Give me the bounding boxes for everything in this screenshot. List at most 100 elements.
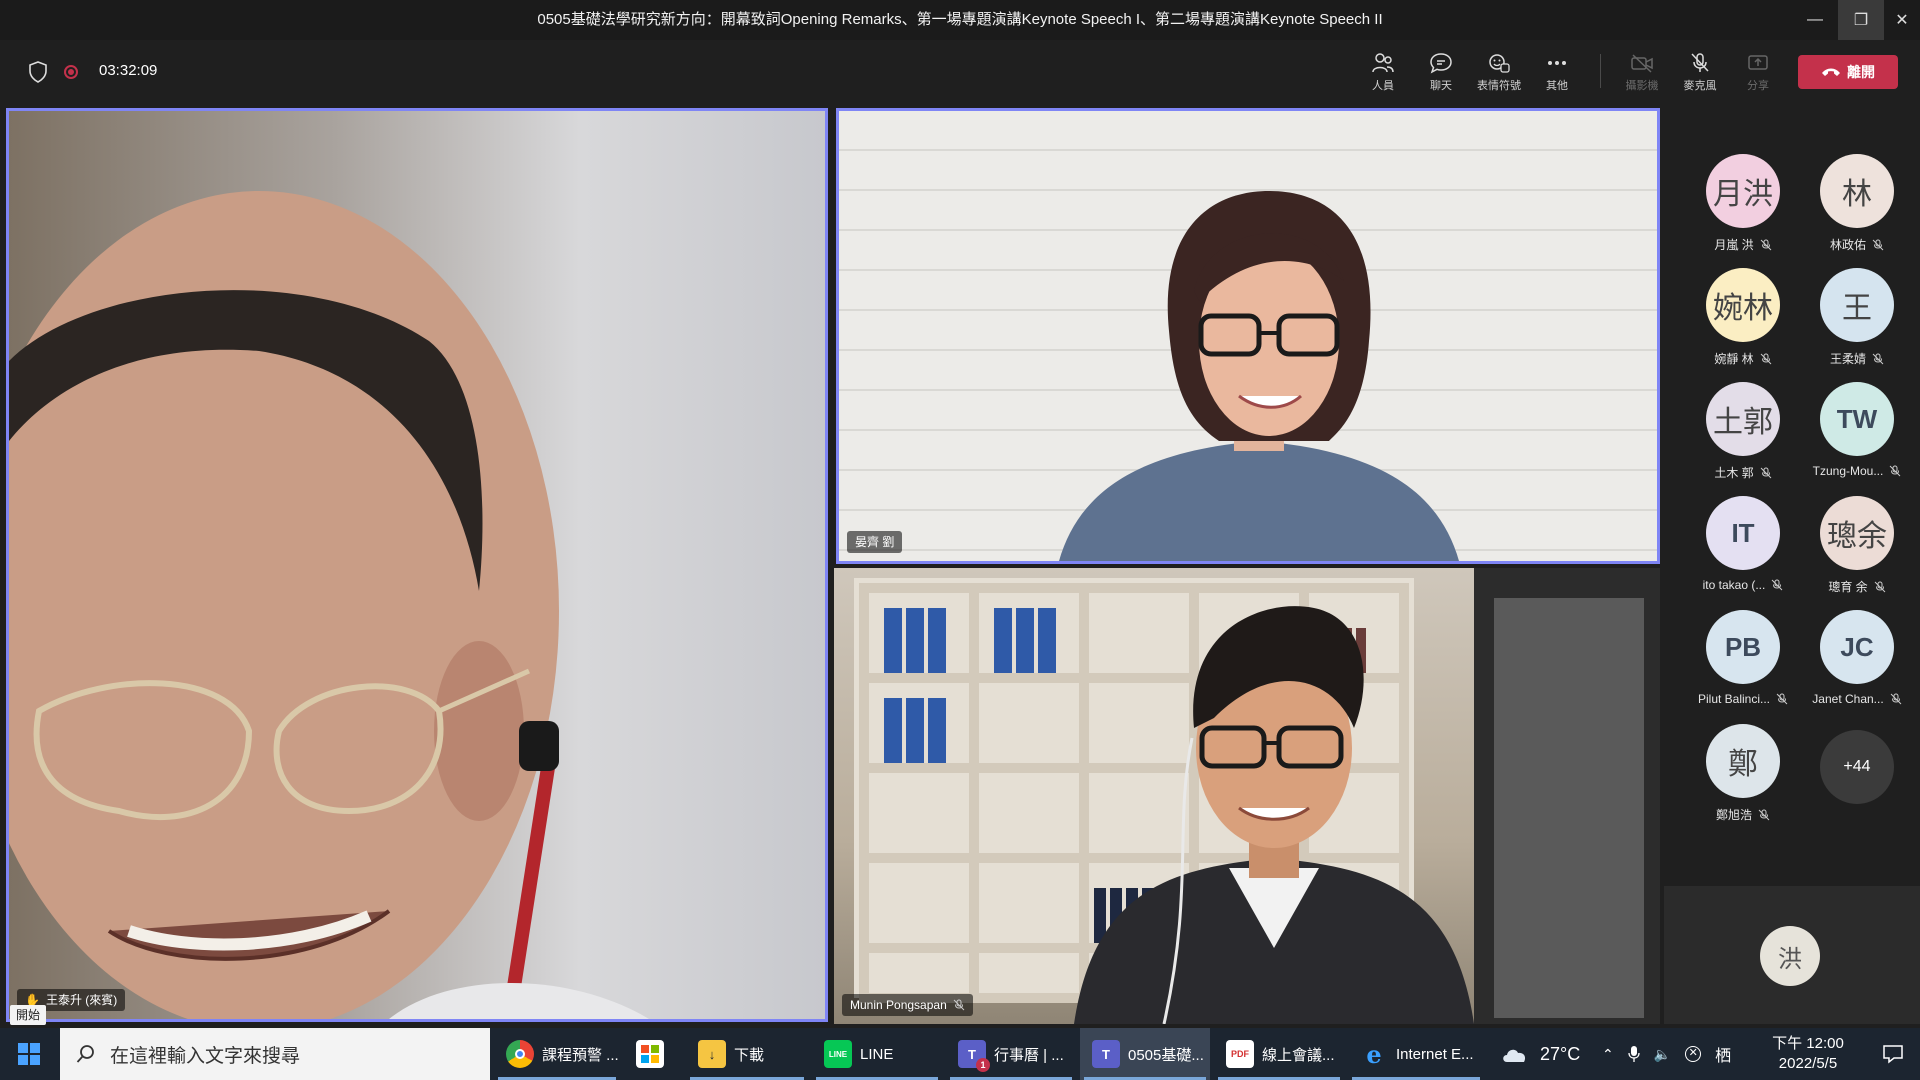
restore-button[interactable]: ❐ (1838, 0, 1884, 40)
participant-name-row: Tzung-Mou... (1802, 464, 1912, 478)
weather-widget[interactable]: 27°C (1500, 1028, 1580, 1080)
taskbar-app-meeting[interactable]: T 0505基礎... (1080, 1028, 1210, 1080)
temperature: 27°C (1540, 1043, 1581, 1064)
more-participants-button[interactable]: +44 (1802, 730, 1912, 804)
teams-icon: T1 (958, 1040, 990, 1072)
recording-indicator-icon (64, 65, 78, 79)
notification-center-button[interactable] (1866, 1028, 1920, 1080)
network-off-icon[interactable]: ✕ (1685, 1046, 1702, 1062)
participant-name: 婉靜 林 (1714, 352, 1754, 366)
participant-name: 璁育 余 (1828, 580, 1868, 594)
leave-button[interactable]: 離開 (1798, 55, 1898, 89)
taskbar-app-store[interactable] (624, 1028, 686, 1080)
mic-off-icon (1771, 579, 1783, 591)
video-tile-main-speaker[interactable]: ✋ 王泰升 (來賓) (6, 108, 828, 1022)
calendar-app-label: 行事曆 | ... (994, 1046, 1064, 1064)
avatar: 王 (1820, 268, 1894, 342)
participant-name: Pilut Balinci... (1697, 692, 1771, 706)
avatar: 月洪 (1706, 154, 1780, 228)
avatar: TW (1820, 382, 1894, 456)
chrome-icon (506, 1040, 534, 1068)
more-participants-count: +44 (1820, 730, 1894, 804)
share-button[interactable]: 分享 (1730, 48, 1786, 98)
mic-off-icon (1872, 353, 1884, 364)
people-icon (1372, 53, 1394, 73)
participant-card[interactable]: 林林政佑 (1802, 154, 1912, 253)
taskbar-app-line[interactable]: LINE LINE (812, 1028, 942, 1080)
participant-card[interactable]: 王王柔婧 (1802, 268, 1912, 367)
pdf-app-label: 線上會議... (1262, 1046, 1335, 1064)
participant-card[interactable]: PB Pilut Balinci... (1688, 610, 1798, 706)
mic-off-icon (1776, 693, 1788, 705)
share-label: 分享 (1747, 80, 1769, 92)
windows-logo-icon (18, 1043, 40, 1065)
taskbar-search-box[interactable]: 在這裡輸入文字來搜尋 (60, 1028, 490, 1080)
chat-label: 聊天 (1430, 80, 1452, 92)
video-tile-speaker-3[interactable]: Munin Pongsapan (834, 568, 1660, 1024)
participant-card[interactable]: JC Janet Chan... (1802, 610, 1912, 706)
mic-off-icon (1874, 581, 1886, 592)
participant-card[interactable]: TW Tzung-Mou... (1802, 382, 1912, 478)
mic-off-icon (1890, 693, 1902, 705)
start-button[interactable] (0, 1028, 58, 1080)
taskbar-clock[interactable]: 下午 12:00 2022/5/5 (1748, 1034, 1868, 1074)
microphone-icon[interactable] (1628, 1045, 1640, 1063)
avatar: 林 (1820, 154, 1894, 228)
speaker-video-frame (9, 191, 649, 1019)
line-app-label: LINE (860, 1045, 894, 1063)
toolbar-divider (1600, 54, 1601, 88)
camera-label: 攝影機 (1625, 80, 1659, 92)
taskbar-app-chrome[interactable]: 課程預警 ... (494, 1028, 620, 1080)
teams-icon: T (1092, 1040, 1120, 1068)
participant-card[interactable]: 璁余 璁育 余 (1802, 496, 1912, 595)
more-actions-button[interactable]: 其他 (1529, 48, 1585, 98)
participant-name-row: Pilut Balinci... (1688, 692, 1798, 706)
taskbar-app-ie[interactable]: e Internet E... (1348, 1028, 1484, 1080)
participant-name-row: Janet Chan... (1802, 692, 1912, 706)
search-icon (76, 1045, 94, 1063)
minimize-button[interactable]: — (1792, 0, 1838, 40)
avatar: PB (1706, 610, 1780, 684)
mic-off-icon (1691, 53, 1709, 72)
main-speaker-name: 王泰升 (來賓) (45, 993, 118, 1007)
people-button[interactable]: 人員 (1355, 48, 1411, 98)
taskbar-app-pdf[interactable]: PDF 線上會議... (1214, 1028, 1344, 1080)
chat-button[interactable]: 聊天 (1413, 48, 1469, 98)
volume-icon[interactable]: 🔈 (1654, 1046, 1671, 1063)
self-avatar[interactable]: 洪 (1760, 926, 1820, 986)
mic-off-icon (1758, 809, 1770, 820)
participant-card[interactable]: IT ito takao (... (1688, 496, 1798, 592)
participant-card[interactable]: 月洪 月嵐 洪 (1688, 154, 1798, 253)
camera-off-icon (1631, 54, 1653, 73)
mic-off-icon (1760, 467, 1772, 478)
participant-name-row: 林政佑 (1802, 236, 1912, 253)
ie-app-label: Internet E... (1396, 1045, 1474, 1063)
avatar: 鄭 (1706, 724, 1780, 798)
avatar: 土郭 (1706, 382, 1780, 456)
chevron-up-icon[interactable]: ⌃ (1602, 1046, 1614, 1063)
react-button[interactable]: 表情符號 (1471, 48, 1527, 98)
taskbar-app-downloads[interactable]: ↓ 下載 (686, 1028, 808, 1080)
participant-name: Tzung-Mou... (1812, 464, 1884, 478)
speaker-name-tag: Munin Pongsapan (842, 994, 973, 1016)
participant-name: Janet Chan... (1812, 692, 1884, 706)
meeting-app-label: 0505基礎... (1128, 1046, 1204, 1064)
shield-icon[interactable] (28, 61, 48, 83)
participant-card[interactable]: 土郭 土木 郭 (1688, 382, 1798, 481)
video-tile-speaker-2[interactable]: 晏齊 劉 (836, 108, 1660, 564)
chat-icon (1430, 53, 1452, 74)
participant-card[interactable]: 婉林婉靜 林 (1688, 268, 1798, 367)
camera-button[interactable]: 攝影機 (1614, 48, 1670, 98)
mic-button[interactable]: 麥克風 (1672, 48, 1728, 98)
participant-card[interactable]: 鄭鄭旭浩 (1688, 724, 1798, 823)
mic-off-icon (953, 999, 965, 1011)
participant-name-row: ito takao (... (1688, 578, 1798, 592)
people-label: 人員 (1372, 80, 1394, 92)
ime-icon[interactable]: 栖 (1715, 1042, 1731, 1066)
close-window-button[interactable]: ✕ (1884, 0, 1920, 40)
system-tray: ⌃ 🔈 ✕ 栖 (1602, 1028, 1731, 1080)
taskbar-app-calendar[interactable]: T1 行事曆 | ... (946, 1028, 1076, 1080)
participant-name: 鄭旭浩 (1715, 808, 1752, 822)
participant-name-row: 王柔婧 (1802, 350, 1912, 367)
avatar: 婉林 (1706, 268, 1780, 342)
